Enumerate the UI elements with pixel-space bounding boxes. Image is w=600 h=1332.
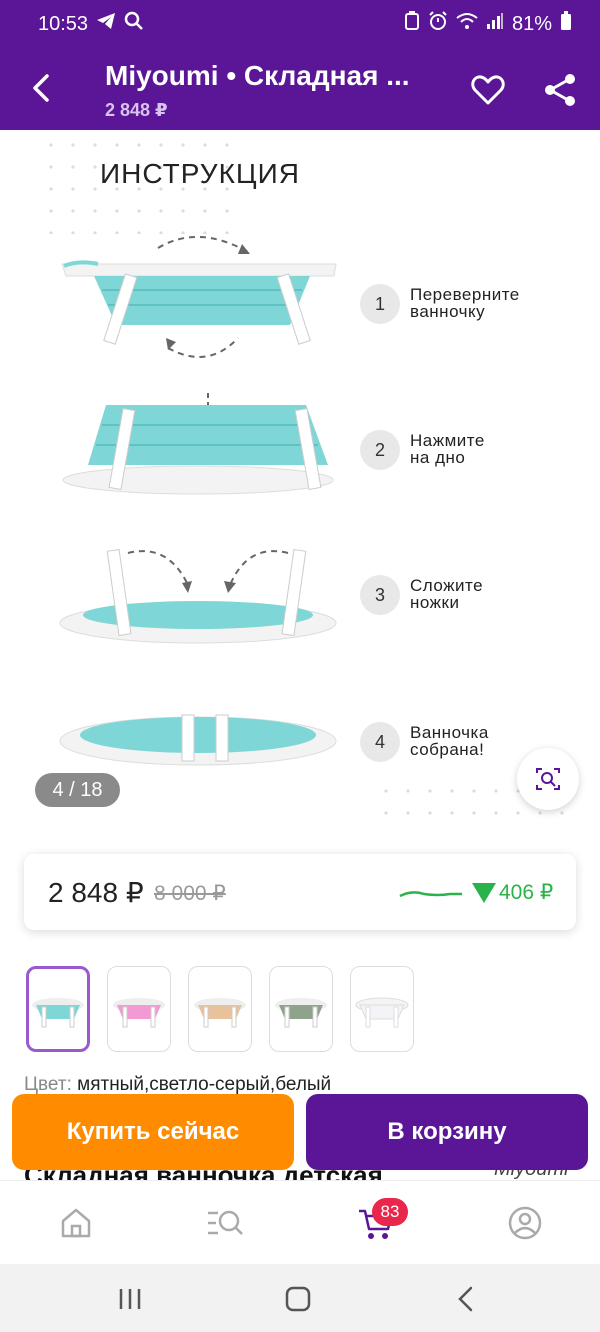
buy-now-button[interactable]: Купить сейчас: [12, 1094, 294, 1170]
price-drop-value: 406 ₽: [499, 881, 554, 904]
price-card[interactable]: 2 848 ₽ 8 000 ₽ 406 ₽: [24, 854, 576, 930]
add-to-cart-button[interactable]: В корзину: [306, 1094, 588, 1170]
signal-icon: [486, 12, 504, 36]
nav-catalog[interactable]: [205, 1203, 245, 1243]
current-price: 2 848 ₽: [48, 877, 144, 908]
step-number: 4: [360, 722, 400, 762]
step-number: 3: [360, 575, 400, 615]
cart-badge: 83: [372, 1198, 408, 1226]
step-number: 2: [360, 430, 400, 470]
image-search-icon: [536, 768, 560, 790]
back-chevron-icon: [458, 1286, 473, 1312]
favorite-button[interactable]: [468, 70, 508, 110]
tub-illustration: [61, 236, 337, 358]
header-price: 2 848 ₽: [105, 100, 168, 120]
page-title: Miyoumi • Складная ...: [105, 60, 410, 91]
catalog-search-icon: [208, 1210, 243, 1235]
nav-home[interactable]: [56, 1203, 96, 1243]
home-icon: [61, 1208, 91, 1238]
old-price: 8 000 ₽: [154, 882, 226, 905]
step-number: 1: [360, 284, 400, 324]
instruction-heading: ИНСТРУКЦИЯ: [100, 158, 300, 189]
color-value: мятный,светло-серый,белый: [77, 1074, 332, 1095]
color-label: Цвет:: [24, 1074, 72, 1095]
price-drop: 406 ₽: [472, 880, 553, 905]
step-text: Сложите ножки: [410, 576, 484, 612]
price-history-sparkline: [399, 891, 462, 898]
share-button[interactable]: [540, 70, 580, 110]
instruction-step: 2 Нажмите на дно: [360, 430, 580, 470]
nav-profile[interactable]: [505, 1203, 545, 1243]
recent-apps-button[interactable]: [110, 1284, 150, 1314]
color-variants: [26, 966, 414, 1052]
product-image-gallery[interactable]: ИНСТРУКЦИЯ 1 Переверните ванночку 2 Нажм…: [0, 130, 600, 830]
battery-saver-icon: [404, 11, 420, 37]
battery-icon: [560, 11, 572, 37]
color-info: Цвет: мятный,светло-серый,белый: [24, 1074, 331, 1096]
status-time: 10:53: [38, 12, 89, 35]
instruction-step: 1 Переверните ванночку: [360, 284, 580, 324]
tub-illustration: [59, 714, 337, 766]
image-counter: 4 / 18: [35, 773, 120, 807]
step-text: Переверните ванночку: [410, 285, 520, 321]
recent-apps-icon: [119, 1289, 141, 1309]
tub-illustration: [59, 549, 337, 644]
telegram-icon: [96, 12, 116, 36]
step-text: Нажмите на дно: [410, 431, 485, 467]
tub-illustration: [62, 393, 334, 495]
color-variant-mint[interactable]: [26, 966, 90, 1052]
search-icon: [124, 11, 144, 37]
arrow-down-icon: [472, 882, 496, 903]
visual-search-button[interactable]: [517, 748, 579, 810]
bottom-navigation: 83: [0, 1180, 600, 1264]
battery-level: 81%: [511, 12, 552, 35]
back-system-button[interactable]: [446, 1284, 486, 1314]
home-square-icon: [285, 1286, 311, 1312]
wifi-icon: [456, 12, 478, 36]
alarm-icon: [428, 11, 448, 37]
color-variant-gray-green[interactable]: [269, 966, 333, 1052]
home-system-button[interactable]: [278, 1284, 318, 1314]
app-bar: Miyoumi • Складная ... 2 848 ₽: [0, 48, 600, 130]
back-button[interactable]: [22, 68, 62, 108]
status-bar: 10:53 81%: [0, 0, 600, 48]
color-variant-beige[interactable]: [188, 966, 252, 1052]
instruction-step: 3 Сложите ножки: [360, 575, 580, 615]
color-variant-white[interactable]: [350, 966, 414, 1052]
system-navigation-bar: [0, 1264, 600, 1332]
color-variant-pink[interactable]: [107, 966, 171, 1052]
profile-icon: [508, 1206, 542, 1240]
